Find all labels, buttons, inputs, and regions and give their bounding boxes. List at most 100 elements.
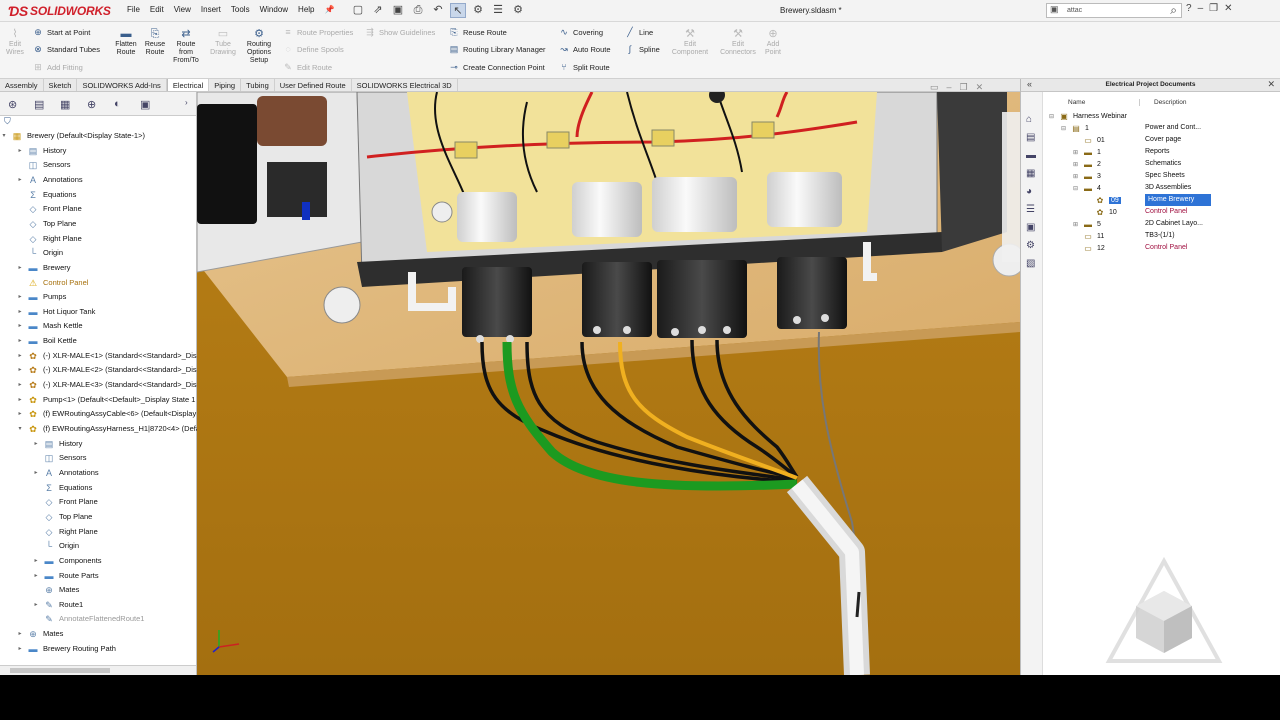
help-icon[interactable]: ? [1186, 3, 1192, 14]
tab-tubing[interactable]: Tubing [241, 79, 275, 91]
expand-arrow-icon[interactable]: ▸ [16, 144, 24, 158]
feature-manager-tab-icon[interactable]: ⊛ [8, 98, 17, 111]
tree-item[interactable]: ▸ ▬ Mash Kettle [16, 319, 82, 333]
custom-properties-icon[interactable]: ☰ [1026, 204, 1035, 215]
tree-item[interactable]: ◇ Top Plane [32, 510, 93, 524]
tree-item[interactable]: ⚠ Control Panel [16, 276, 89, 290]
menu-file[interactable]: File [122, 5, 145, 14]
document-row[interactable]: ▭ 12 Control Panel [1043, 242, 1280, 254]
tree-item[interactable]: └ Origin [16, 246, 63, 260]
menu-help[interactable]: Help [293, 5, 319, 14]
expand-arrow-icon[interactable]: ▸ [16, 319, 24, 333]
tree-item[interactable]: ◇ Front Plane [16, 202, 82, 216]
split-route-button[interactable]: ⑂ Split Route [558, 62, 609, 72]
menu-tools[interactable]: Tools [226, 5, 255, 14]
graphics-viewport[interactable] [197, 92, 1020, 675]
document-row[interactable]: ▭ 11 TB3-(1/1) [1043, 230, 1280, 242]
tree-item[interactable]: ▸ ✿ (-) XLR-MALE<3> (Standard<<Standard>_D… [16, 378, 200, 392]
tree-item[interactable]: ▸ ⊕ Mates [16, 627, 63, 641]
menu-insert[interactable]: Insert [196, 5, 226, 14]
edit-connectors-button[interactable]: ⚒ Edit Connectors [716, 28, 760, 57]
tree-item[interactable]: ▸ ▬ Boil Kettle [16, 334, 76, 348]
tree-item[interactable]: ▸ ✎ Route1 [32, 598, 83, 612]
expand-node-icon[interactable]: ⊞ [1073, 161, 1082, 168]
configuration-manager-tab-icon[interactable]: ▦ [60, 98, 70, 111]
tree-item[interactable]: ▸ ▤ History [32, 437, 82, 451]
routing-library-button[interactable]: ▤ Routing Library Manager [448, 44, 546, 55]
menu-edit[interactable]: Edit [145, 5, 169, 14]
solidworks-logo[interactable]: ƊS SOLIDWORKS [8, 3, 111, 19]
tree-item[interactable]: ▸ ▬ Brewery Routing Path [16, 642, 115, 656]
tree-item[interactable]: ▸ ✿ (-) XLR-MALE<1> (Standard<<Standard>_D… [16, 349, 200, 363]
tree-item[interactable]: ▸ A Annotations [16, 173, 82, 187]
expand-arrow-icon[interactable]: ▸ [16, 261, 24, 275]
minimize-icon[interactable]: – [1198, 3, 1204, 14]
edit-wires-button[interactable]: ⌇ Edit Wires [4, 28, 26, 57]
description-column-header[interactable]: Description [1139, 99, 1187, 106]
tree-item[interactable]: ▸ ✿ (f) EWRoutingAssyCable<6> (Default<Dis… [16, 407, 196, 421]
view-palette-icon[interactable]: ▦ [1026, 168, 1035, 179]
define-spools-button[interactable]: ◌ Define Spools [282, 44, 343, 54]
search-input[interactable]: attac [1067, 7, 1082, 14]
collapse-arrow-icon[interactable]: ▾ [0, 129, 8, 143]
collapse-node-icon[interactable]: ⊟ [1049, 113, 1058, 120]
tab-solidworks-electrical-3d[interactable]: SOLIDWORKS Electrical 3D [352, 79, 458, 91]
expand-arrow-icon[interactable]: ▸ [16, 334, 24, 348]
tree-item[interactable]: └ Origin [32, 539, 79, 553]
tree-item[interactable]: ◇ Top Plane [16, 217, 77, 231]
tree-item[interactable]: ◇ Right Plane [16, 232, 82, 246]
show-guidelines-button[interactable]: ⇶ Show Guidelines [364, 27, 435, 38]
add-fitting-button[interactable]: ⊞ Add Fitting [32, 62, 83, 73]
tree-item[interactable]: ▸ ▤ History [16, 144, 66, 158]
expand-node-icon[interactable]: ⊞ [1073, 173, 1082, 180]
document-row[interactable]: ⊟ ▬ 4 3D Assemblies [1043, 182, 1280, 194]
search-icon[interactable]: ⌕ [1170, 3, 1177, 18]
home-icon[interactable]: ⌂ [1026, 114, 1032, 125]
appearances-icon[interactable]: ◕ [1026, 186, 1032, 197]
create-connection-button[interactable]: ⊸ Create Connection Point [448, 62, 545, 73]
add-point-button[interactable]: ⊕ Add Point [762, 28, 784, 57]
undo-icon[interactable]: ↶ [430, 3, 446, 18]
tree-item[interactable]: ▸ ✿ (-) XLR-MALE<2> (Standard<<Standard>_D… [16, 363, 200, 377]
edit-route-button[interactable]: ✎ Edit Route [282, 62, 332, 73]
expand-arrow-icon[interactable]: ▸ [16, 407, 24, 421]
tree-item[interactable]: ◫ Sensors [16, 158, 71, 172]
expand-arrow-icon[interactable]: ▸ [16, 393, 24, 407]
collapse-node-icon[interactable]: ⊟ [1073, 185, 1082, 192]
document-row[interactable]: ⊟ ▣ Harness Webinar [1043, 110, 1280, 122]
name-column-header[interactable]: Name [1068, 99, 1085, 106]
tree-item[interactable]: ▸ ▬ Route Parts [32, 569, 98, 583]
save-icon[interactable]: ▣ [390, 3, 406, 18]
new-document-icon[interactable]: ▢ [350, 3, 366, 18]
document-row[interactable]: ⊞ ▬ 2 Schematics [1043, 158, 1280, 170]
menu-view[interactable]: View [169, 5, 196, 14]
close-icon[interactable]: ✕ [1224, 3, 1232, 14]
pin-menu-icon[interactable]: 📌 [320, 5, 340, 14]
routing-options-button[interactable]: ⚙ Routing Options Setup [242, 28, 276, 65]
scrollbar-thumb[interactable] [10, 668, 110, 673]
start-at-point-button[interactable]: ⊕ Start at Point [32, 27, 90, 38]
document-row[interactable]: ✿ 10 Control Panel [1043, 206, 1280, 218]
collapse-arrow-icon[interactable]: ▾ [16, 422, 24, 436]
tab-sketch[interactable]: Sketch [44, 79, 78, 91]
viewport-minimize-icon[interactable]: – [947, 82, 952, 93]
expand-arrow-icon[interactable]: ▸ [16, 363, 24, 377]
tree-item[interactable]: ▸ ✿ Pump<1> (Default<<Default>_Display Sta… [16, 393, 195, 407]
expand-arrow-icon[interactable]: ▸ [16, 627, 24, 641]
select-icon[interactable]: ↖ [450, 3, 466, 18]
tree-item[interactable]: ✎ AnnotateFlattenedRoute1 [32, 612, 144, 626]
viewport-close-icon[interactable]: ✕ [976, 82, 984, 93]
tree-item[interactable]: ◇ Right Plane [32, 525, 98, 539]
route-from-to-button[interactable]: ⇄ Route from From/To [170, 28, 202, 65]
flatten-route-button[interactable]: ▬ Flatten Route [112, 28, 140, 57]
open-icon[interactable]: ⇗ [370, 3, 386, 18]
expand-arrow-icon[interactable]: ▸ [16, 305, 24, 319]
route-properties-button[interactable]: ≡ Route Properties [282, 27, 353, 37]
document-row[interactable]: ▭ 01 Cover page [1043, 134, 1280, 146]
expand-node-icon[interactable]: ⊞ [1073, 149, 1082, 156]
expand-node-icon[interactable]: ⊞ [1073, 221, 1082, 228]
electrical-tab-icon[interactable]: ▧ [1026, 258, 1035, 269]
expand-arrow-icon[interactable]: ▸ [16, 378, 24, 392]
tab-solidworks-add-ins[interactable]: SOLIDWORKS Add-Ins [77, 79, 167, 91]
tree-item[interactable]: ▸ A Annotations [32, 466, 98, 480]
